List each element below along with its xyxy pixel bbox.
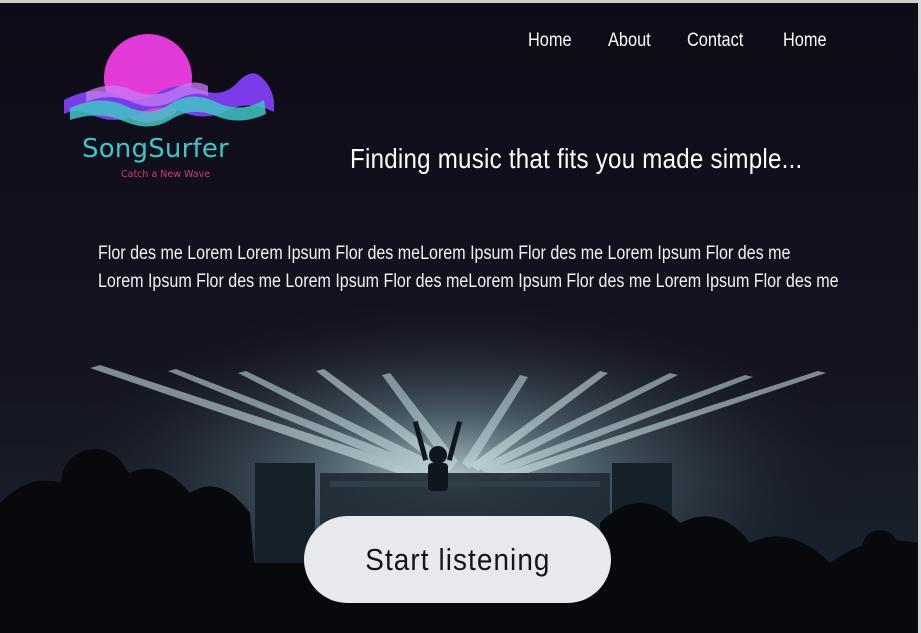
brand-wordmark[interactable]: SongSurfer [82, 134, 262, 164]
hero-body-text: Flor des me Lorem Lorem Ipsum Flor des m… [98, 240, 839, 296]
start-listening-label: Start listening [364, 541, 551, 577]
songsurfer-logo[interactable] [60, 28, 280, 188]
nav-link-home[interactable]: Home [528, 30, 572, 52]
landing-page: SongSurfer Catch a New Wave Home About C… [0, 0, 921, 633]
hero-body-line-1: Flor des me Lorem Lorem Ipsum Flor des m… [98, 243, 791, 264]
brand-tagline: Catch a New Wave [121, 169, 211, 180]
nav-link-contact[interactable]: Contact [687, 30, 743, 52]
nav-link-home-2[interactable]: Home [783, 30, 827, 52]
hero-headline: Finding music that fits you made simple.… [350, 143, 803, 174]
hero-body-line-2: Lorem Ipsum Flor des me Lorem Ipsum Flor… [98, 271, 839, 292]
start-listening-button[interactable]: Start listening [304, 516, 611, 603]
nav-link-about[interactable]: About [608, 30, 651, 52]
window-top-edge [0, 0, 921, 3]
